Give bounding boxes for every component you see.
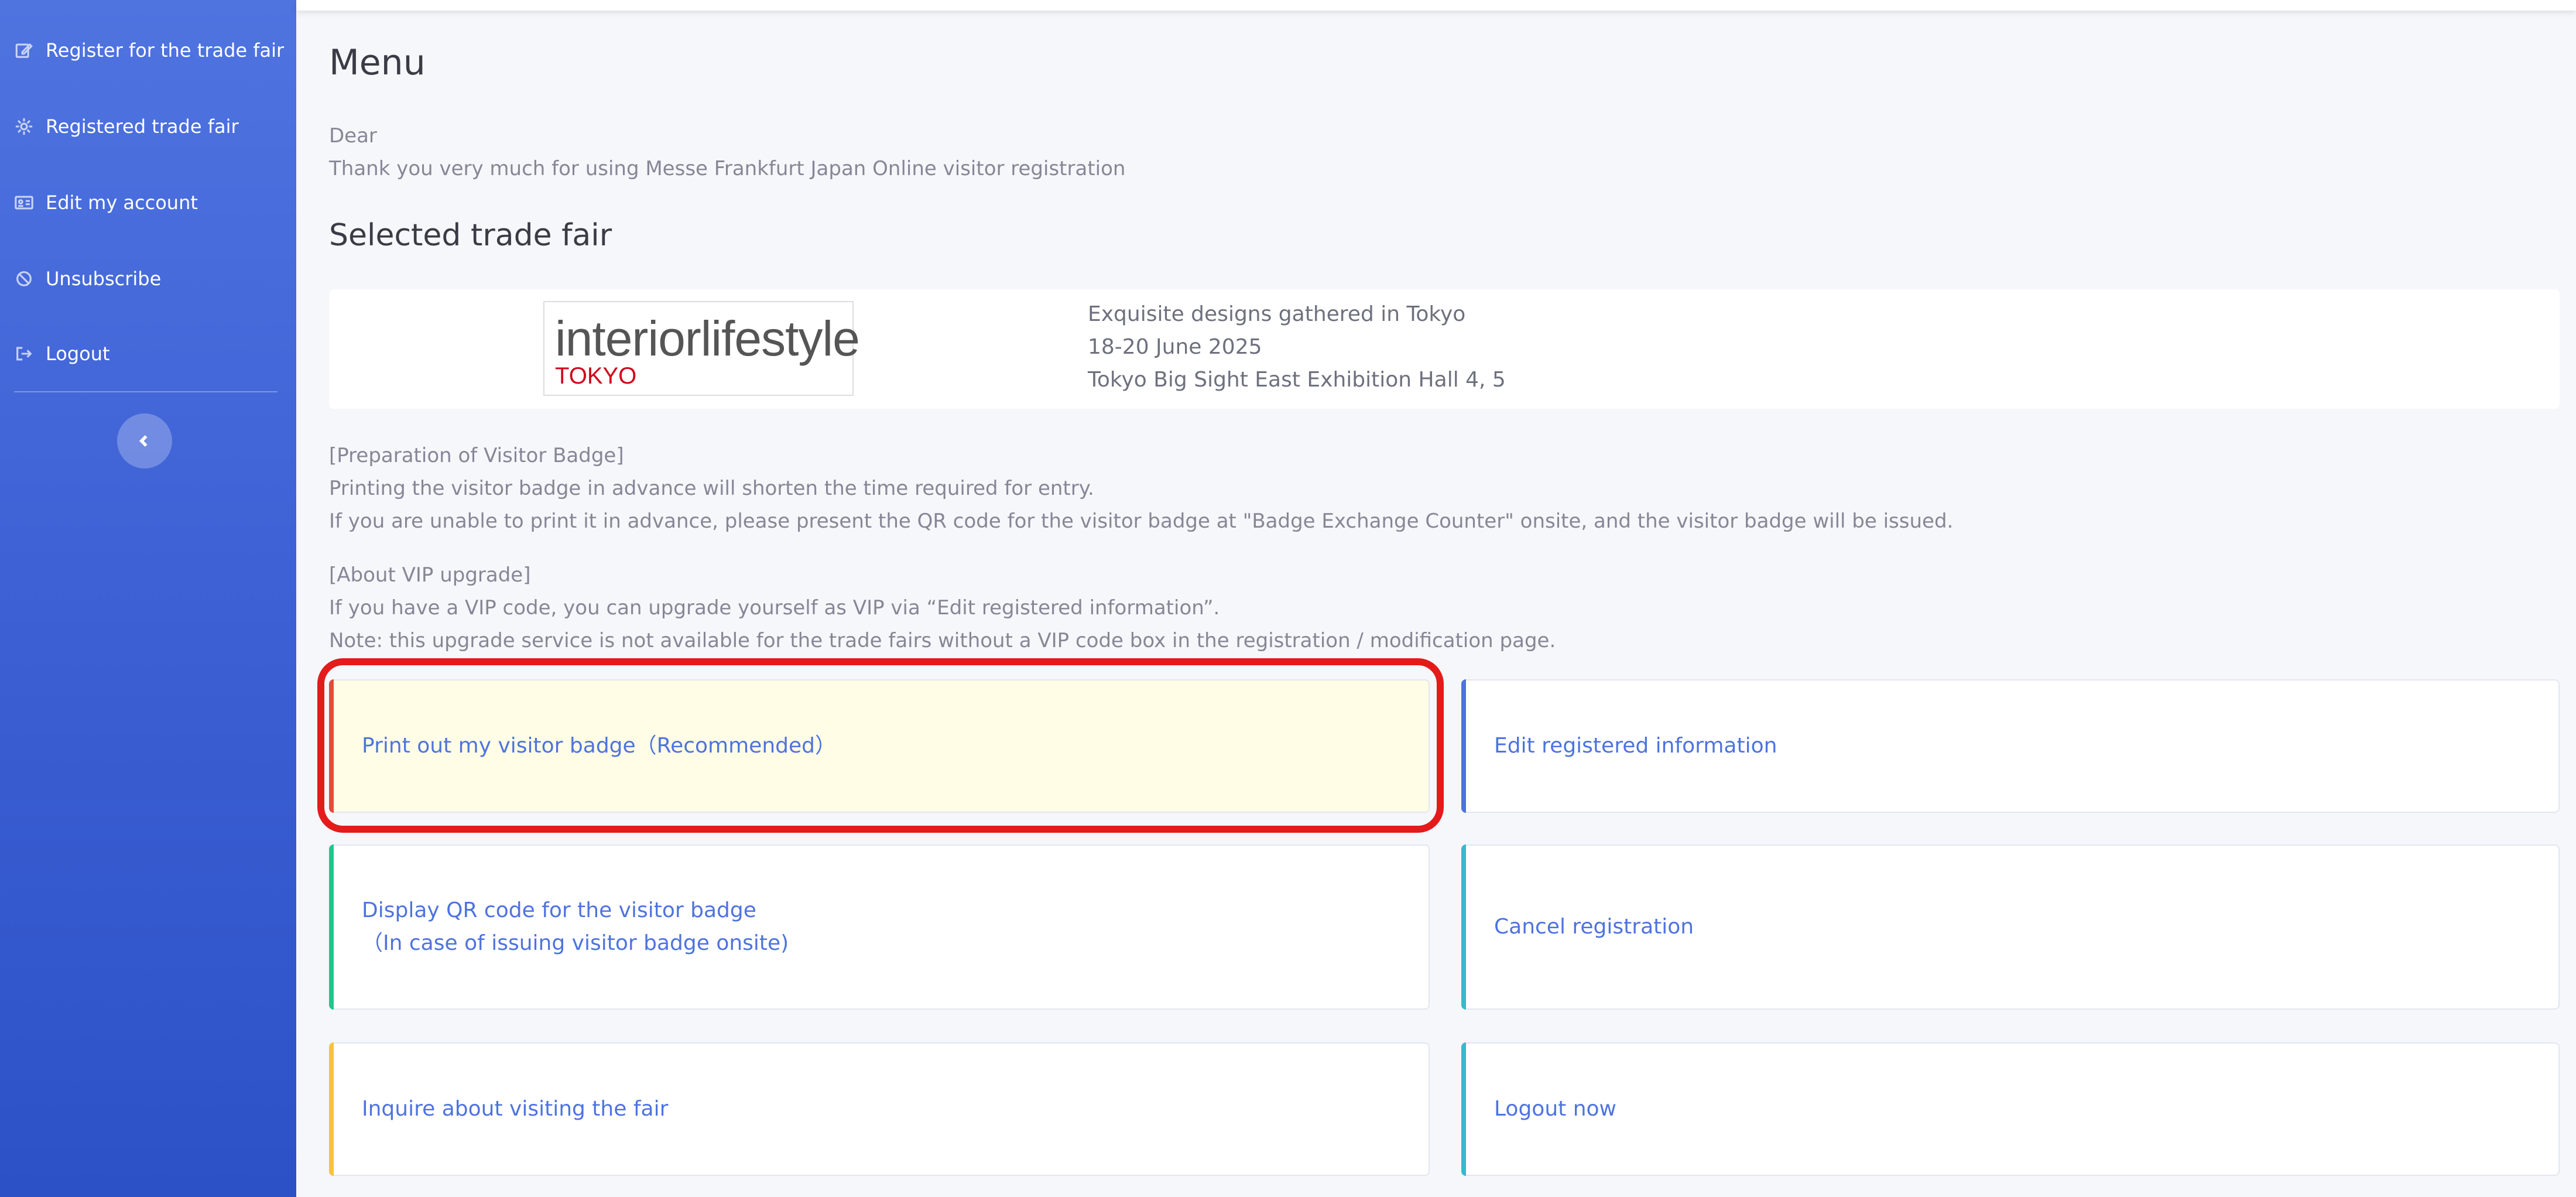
page-title: Menu <box>329 42 426 83</box>
selected-fair-heading: Selected trade fair <box>329 218 612 253</box>
id-card-icon <box>14 193 34 213</box>
ban-icon <box>14 269 34 289</box>
sidebar-item-label: Edit my account <box>46 191 198 214</box>
fair-venue: Tokyo Big Sight East Exhibition Hall 4, … <box>1088 368 1506 392</box>
sidebar-item-register[interactable]: Register for the trade fair <box>14 33 284 68</box>
badge-info-line1: Printing the visitor badge in advance wi… <box>329 477 1094 500</box>
sidebar-item-label: Logout <box>46 343 110 365</box>
vip-info-line2: Note: this upgrade service is not availa… <box>329 629 1556 652</box>
card-accent-bar <box>329 844 334 1010</box>
sidebar-item-registered-fair[interactable]: Registered trade fair <box>14 109 239 144</box>
display-qr-label-1: Display QR code for the visitor badge <box>362 898 756 922</box>
sidebar-item-logout[interactable]: Logout <box>14 336 110 371</box>
gear-icon <box>14 117 34 136</box>
fair-dates: 18-20 June 2025 <box>1088 335 1262 359</box>
sidebar-item-edit-account[interactable]: Edit my account <box>14 185 198 220</box>
display-qr-button[interactable]: Display QR code for the visitor badge （I… <box>329 844 1430 1010</box>
badge-info-heading: [Preparation of Visitor Badge] <box>329 444 624 467</box>
badge-info-line2: If you are unable to print it in advance… <box>329 509 1954 533</box>
highlight-annotation <box>317 658 1444 833</box>
edit-info-label: Edit registered information <box>1494 734 1777 758</box>
card-accent-bar <box>1461 1042 1466 1176</box>
sidebar: Register for the trade fair Registered t… <box>0 0 296 1197</box>
card-accent-bar <box>1461 844 1466 1010</box>
card-accent-bar <box>1461 679 1466 813</box>
edit-registered-info-button[interactable]: Edit registered information <box>1461 679 2560 813</box>
sign-out-icon <box>14 344 34 364</box>
sidebar-item-label: Unsubscribe <box>46 268 162 290</box>
chevron-left-icon <box>139 435 148 447</box>
sidebar-item-label: Registered trade fair <box>46 115 239 138</box>
selected-fair-card: interiorlifestyle TOKYO Exquisite design… <box>329 289 2560 409</box>
logo-sub-text: TOKYO <box>555 363 637 389</box>
sidebar-toggle-button[interactable] <box>117 413 172 468</box>
sidebar-item-unsubscribe[interactable]: Unsubscribe <box>14 261 161 296</box>
sidebar-item-label: Register for the trade fair <box>46 39 285 61</box>
inquire-button[interactable]: Inquire about visiting the fair <box>329 1042 1430 1176</box>
fair-logo: interiorlifestyle TOKYO <box>543 301 860 396</box>
topbar <box>296 0 2576 11</box>
greeting-text: Dear <box>329 124 377 148</box>
logout-now-label: Logout now <box>1494 1097 1616 1121</box>
vip-info-line1: If you have a VIP code, you can upgrade … <box>329 596 1220 620</box>
inquire-label: Inquire about visiting the fair <box>362 1097 669 1121</box>
display-qr-label-2: （In case of issuing visitor badge onsite… <box>362 931 789 955</box>
fair-tagline: Exquisite designs gathered in Tokyo <box>1088 302 1466 326</box>
logo-main-text: interiorlifestyle <box>555 311 860 366</box>
card-accent-bar <box>329 1042 334 1176</box>
vip-info-heading: [About VIP upgrade] <box>329 563 531 587</box>
logout-now-button[interactable]: Logout now <box>1461 1042 2560 1176</box>
cancel-label: Cancel registration <box>1494 915 1694 939</box>
cancel-registration-button[interactable]: Cancel registration <box>1461 844 2560 1010</box>
edit-icon <box>14 40 34 60</box>
sidebar-divider <box>14 391 278 392</box>
thanks-text: Thank you very much for using Messe Fran… <box>329 157 1126 180</box>
